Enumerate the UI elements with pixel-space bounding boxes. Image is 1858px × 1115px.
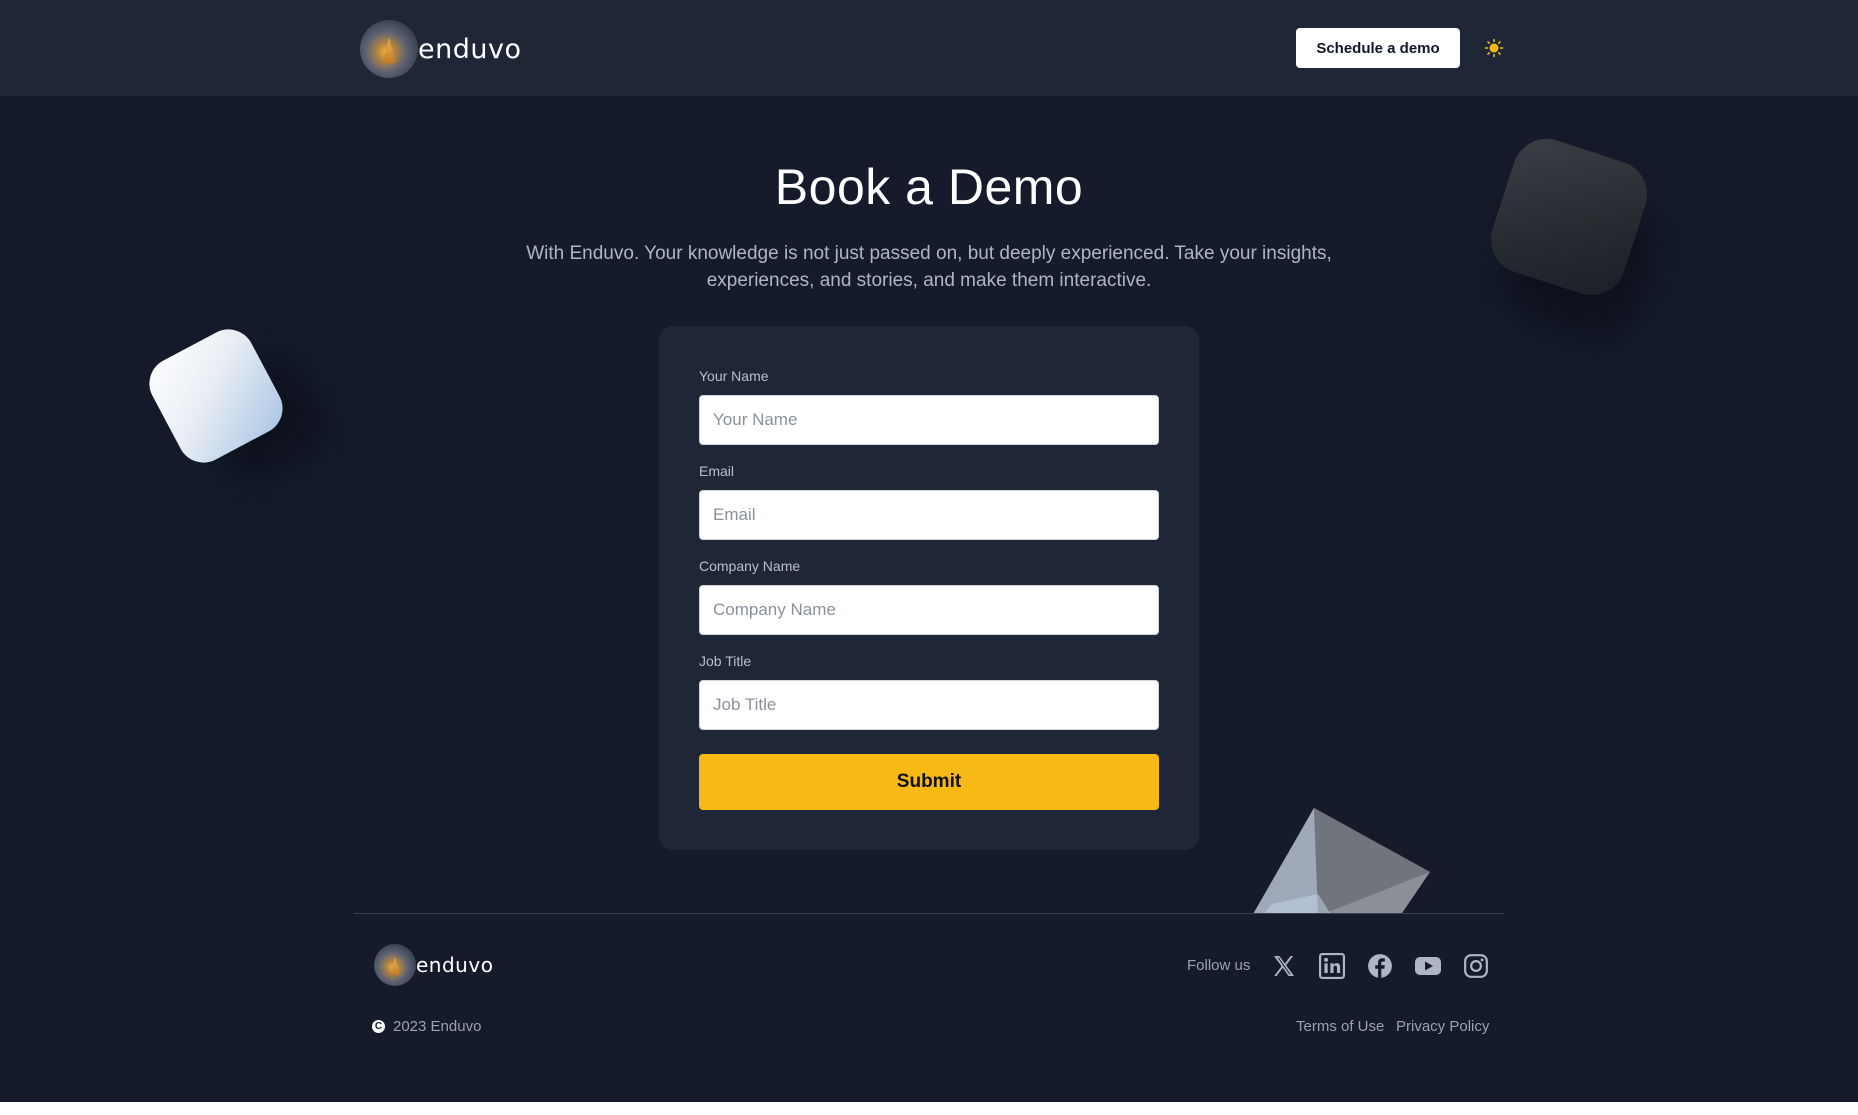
x-icon[interactable] <box>1270 952 1298 980</box>
footer-logo-text: enduvo <box>416 953 494 977</box>
page-title: Book a Demo <box>774 159 1084 215</box>
job-title-input[interactable] <box>699 680 1159 730</box>
name-label: Your Name <box>699 368 769 384</box>
terms-of-use-link[interactable]: Terms of Use <box>1296 1018 1384 1035</box>
top-nav: enduvo Schedule a demo <box>0 0 1858 96</box>
footer-logo[interactable]: enduvo <box>374 944 493 986</box>
schedule-demo-button[interactable]: Schedule a demo <box>1296 28 1460 68</box>
white-cube-decoration <box>140 320 292 472</box>
name-input[interactable] <box>699 395 1159 445</box>
page-subtitle: With Enduvo. Your knowledge is not just … <box>526 243 1332 291</box>
pyramid-decoration <box>1252 806 1434 914</box>
copyright: C 2023 Enduvo <box>372 1018 481 1035</box>
linkedin-icon[interactable] <box>1318 952 1346 980</box>
privacy-policy-link[interactable]: Privacy Policy <box>1396 1018 1489 1035</box>
demo-form-card: Your Name Email Company Name Job Title S… <box>659 326 1199 850</box>
email-label: Email <box>699 463 735 479</box>
copyright-icon: C <box>372 1020 385 1033</box>
submit-button[interactable]: Submit <box>699 754 1159 810</box>
email-input[interactable] <box>699 490 1159 540</box>
logo-text: enduvo <box>418 33 522 65</box>
company-label: Company Name <box>699 558 801 574</box>
header-logo[interactable]: enduvo <box>360 20 521 78</box>
copyright-text: 2023 Enduvo <box>393 1018 482 1035</box>
sun-icon[interactable] <box>1484 38 1504 58</box>
youtube-icon[interactable] <box>1414 952 1442 980</box>
page-bottom-edge <box>0 1102 1858 1115</box>
footer-divider <box>354 913 1504 914</box>
logo-orb-icon <box>360 20 418 78</box>
follow-us-label: Follow us <box>1187 957 1251 974</box>
instagram-icon[interactable] <box>1462 952 1490 980</box>
facebook-icon[interactable] <box>1366 952 1394 980</box>
dark-cube-decoration <box>1482 130 1656 304</box>
company-input[interactable] <box>699 585 1159 635</box>
job-title-label: Job Title <box>699 653 752 669</box>
logo-orb-icon <box>374 944 416 986</box>
